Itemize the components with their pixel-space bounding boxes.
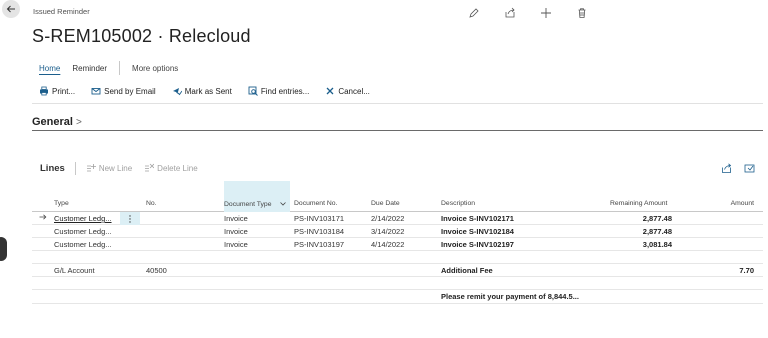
tab-more-options[interactable]: More options xyxy=(132,64,178,73)
new-line-icon xyxy=(86,164,96,172)
section-divider xyxy=(32,130,763,131)
mark-as-sent-button[interactable]: Mark as Sent xyxy=(172,86,232,96)
delete-line-icon xyxy=(145,163,155,172)
row-due-date: 2/14/2022 xyxy=(371,214,405,223)
page-kind-label: Issued Reminder xyxy=(33,7,90,16)
row-document-type: Invoice xyxy=(224,240,248,249)
row-remaining-amount: 2,877.48 xyxy=(642,214,672,223)
email-icon xyxy=(91,88,101,95)
row-description: Additional Fee xyxy=(441,266,493,275)
row-remaining-amount: 3,081.84 xyxy=(642,240,672,249)
grid-header: Type No. Document Type Document No. Due … xyxy=(32,181,763,212)
tab-bar: Home Reminder More options xyxy=(39,61,190,75)
cancel-icon xyxy=(326,87,334,95)
action-bar: Print... Send by Email Mark as Sent Find… xyxy=(39,86,386,96)
row-description: Invoice S-INV102171 xyxy=(441,214,514,223)
column-header-due-date[interactable]: Due Date xyxy=(371,200,400,207)
row-due-date: 4/14/2022 xyxy=(371,240,405,249)
delete-line-button[interactable]: Delete Line xyxy=(144,163,198,173)
row-description: Invoice S-INV102197 xyxy=(441,240,514,249)
column-header-document-type[interactable]: Document Type xyxy=(224,181,290,212)
row-no: 40500 xyxy=(146,266,167,275)
general-section-header[interactable]: General > xyxy=(32,116,82,128)
find-entries-button[interactable]: Find entries... xyxy=(248,86,309,96)
tab-separator xyxy=(119,61,121,75)
row-type-link[interactable]: Customer Ledg... xyxy=(54,214,112,223)
more-vertical-icon xyxy=(129,214,131,223)
row-document-type: Invoice xyxy=(224,214,248,223)
print-label: Print... xyxy=(52,86,76,96)
row-document-type: Invoice xyxy=(224,227,248,236)
row-document-no: PS-INV103197 xyxy=(294,240,345,249)
row-type: G/L Account xyxy=(54,266,95,275)
tab-home[interactable]: Home xyxy=(39,64,60,73)
lines-separator xyxy=(74,161,76,175)
delete-line-label: Delete Line xyxy=(157,163,198,173)
arrow-left-icon xyxy=(6,5,15,13)
row-actions-button[interactable] xyxy=(120,212,140,225)
table-row[interactable]: Please remit your payment of 8,844.5... xyxy=(32,290,763,304)
table-row[interactable]: Customer Ledg... Invoice PS-INV103184 3/… xyxy=(32,225,763,238)
current-row-arrow-icon xyxy=(39,213,47,223)
chevron-down-icon xyxy=(280,202,286,206)
mark-as-sent-label: Mark as Sent xyxy=(184,86,232,96)
new-line-button[interactable]: New Line xyxy=(86,163,132,173)
new-line-label: New Line xyxy=(98,163,133,173)
header-actions xyxy=(456,6,600,20)
cancel-label: Cancel... xyxy=(338,86,370,96)
row-type: Customer Ledg... xyxy=(54,240,112,249)
row-remaining-amount: 2,877.48 xyxy=(642,227,672,236)
lines-grid: Type No. Document Type Document No. Due … xyxy=(32,181,763,304)
add-icon[interactable] xyxy=(528,6,564,20)
cancel-button[interactable]: Cancel... xyxy=(325,86,370,96)
share-icon[interactable] xyxy=(492,6,528,20)
table-row[interactable]: Customer Ledg... Invoice PS-INV103197 4/… xyxy=(32,238,763,251)
column-header-description[interactable]: Description xyxy=(441,200,475,207)
row-type: Customer Ledg... xyxy=(54,227,112,236)
column-header-document-type-label: Document Type xyxy=(224,201,272,208)
expand-icon[interactable] xyxy=(744,163,755,174)
back-button[interactable] xyxy=(2,0,20,18)
table-row[interactable]: Customer Ledg... Invoice PS-INV103171 2/… xyxy=(32,212,763,225)
chevron-right-icon: > xyxy=(75,116,82,128)
tab-reminder[interactable]: Reminder xyxy=(72,64,107,73)
column-header-amount[interactable]: Amount xyxy=(731,200,754,207)
column-header-no[interactable]: No. xyxy=(146,200,157,207)
row-description: Invoice S-INV102184 xyxy=(441,227,514,236)
side-panel-handle[interactable] xyxy=(0,237,7,261)
send-by-email-button[interactable]: Send by Email xyxy=(91,86,156,96)
find-entries-label: Find entries... xyxy=(260,86,310,96)
row-document-no: PS-INV103184 xyxy=(294,227,345,236)
send-by-email-label: Send by Email xyxy=(104,86,156,96)
table-row-empty[interactable] xyxy=(32,277,763,290)
delete-icon[interactable] xyxy=(564,6,600,20)
edit-icon[interactable] xyxy=(456,6,492,20)
printer-icon xyxy=(40,86,48,96)
table-row-empty[interactable] xyxy=(32,251,763,264)
print-button[interactable]: Print... xyxy=(39,86,75,96)
general-section-title: General xyxy=(32,116,73,128)
lines-toolbar: Lines New Line Delete Line xyxy=(32,156,763,180)
row-amount: 7.70 xyxy=(739,266,754,275)
row-document-no: PS-INV103171 xyxy=(294,214,345,223)
column-header-document-no[interactable]: Document No. xyxy=(294,200,337,207)
lines-toolbar-right xyxy=(721,162,755,174)
share-icon[interactable] xyxy=(721,162,732,174)
divider xyxy=(32,103,763,104)
row-description: Please remit your payment of 8,844.5... xyxy=(441,292,579,301)
column-header-remaining-amount[interactable]: Remaining Amount xyxy=(610,200,667,207)
table-row[interactable]: G/L Account 40500 Additional Fee 7.70 xyxy=(32,264,763,277)
find-entries-icon xyxy=(248,86,258,96)
lines-title: Lines xyxy=(40,162,65,174)
column-header-type[interactable]: Type xyxy=(54,200,69,207)
row-due-date: 3/14/2022 xyxy=(371,227,405,236)
mark-sent-icon xyxy=(172,88,182,96)
page-title: S-REM105002 · Relecloud xyxy=(32,26,251,46)
